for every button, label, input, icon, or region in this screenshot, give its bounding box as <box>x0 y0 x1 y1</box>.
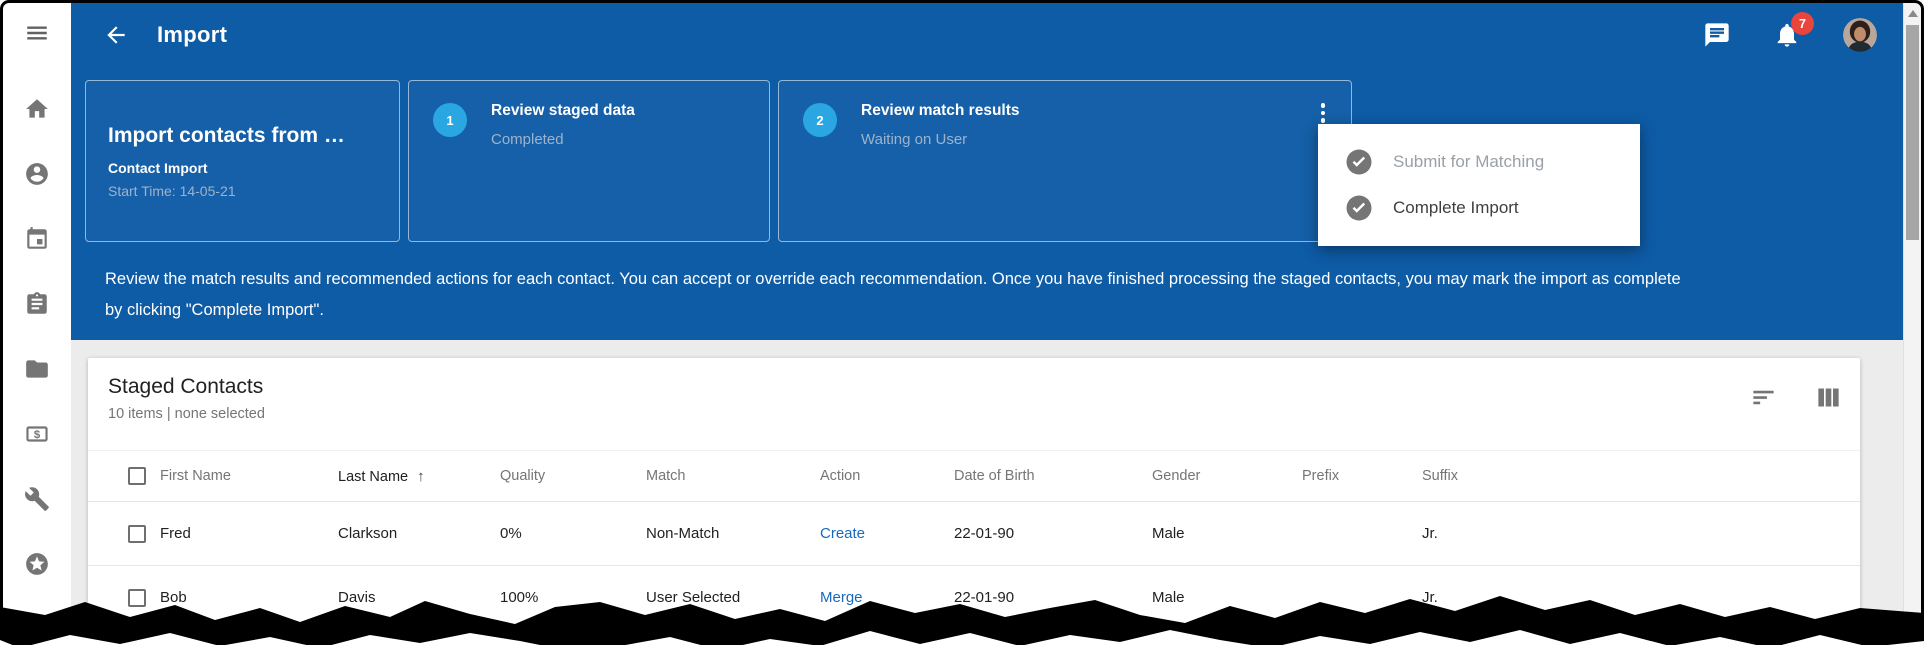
person-icon[interactable] <box>24 161 50 187</box>
selection-summary: 10 items | none selected <box>108 406 1860 422</box>
action-link[interactable]: Create <box>820 525 865 542</box>
table-header: First NameLast Name↑QualityMatchActionDa… <box>88 450 1860 502</box>
import-steps: Import contacts from … Contact Import St… <box>85 80 1921 242</box>
row-checkbox[interactable] <box>128 589 146 607</box>
column-header-first-name[interactable]: First Name <box>160 468 338 484</box>
app-window: $ Import 7 <box>0 0 1924 645</box>
folder-icon[interactable] <box>24 356 50 382</box>
sort-ascending-icon: ↑ <box>417 468 425 485</box>
cell-quality: 100% <box>500 589 646 606</box>
check-circle-icon <box>1344 147 1374 177</box>
sidebar: $ <box>3 3 71 645</box>
avatar[interactable] <box>1843 18 1877 52</box>
description-line: Review the match results and recommended… <box>105 264 1921 295</box>
step-card-review-match-results[interactable]: 2 Review match results Waiting on User <box>778 80 1352 242</box>
cell-gender: Male <box>1152 589 1302 606</box>
chat-icon[interactable] <box>1703 21 1731 49</box>
cell-dob: 22-01-90 <box>954 525 1152 542</box>
cell-action: Create <box>820 525 954 542</box>
vertical-scrollbar[interactable] <box>1903 3 1921 645</box>
staged-contacts-panel: Staged Contacts 10 items | none selected… <box>88 358 1860 645</box>
column-header-prefix[interactable]: Prefix <box>1302 468 1422 484</box>
column-header-date-of-birth[interactable]: Date of Birth <box>954 468 1152 484</box>
cell-dob: 22-01-90 <box>954 589 1152 606</box>
table-row: BobDavis100%User SelectedMerge 22-01-90Ma… <box>88 566 1860 630</box>
tools-icon[interactable] <box>24 486 50 512</box>
cell-suffix: Jr. <box>1422 525 1860 542</box>
cell-action: Merge <box>820 589 954 606</box>
sidebar-nav: $ <box>24 96 50 577</box>
sort-icon[interactable] <box>1750 384 1777 411</box>
table-row: FredClarkson0%Non-MatchCreate 22-01-90Mal… <box>88 502 1860 566</box>
menu-item-submit-for-matching: Submit for Matching <box>1318 139 1640 185</box>
action-link[interactable]: Merge <box>820 589 863 606</box>
cell-quality: 0% <box>500 525 646 542</box>
notification-badge: 7 <box>1791 12 1814 35</box>
cell-match: User Selected <box>646 589 820 606</box>
column-header-quality[interactable]: Quality <box>500 468 646 484</box>
main-area: Import 7 <box>71 3 1921 645</box>
description: Review the match results and recommended… <box>105 264 1921 326</box>
cell-gender: Male <box>1152 525 1302 542</box>
calendar-icon[interactable] <box>24 226 50 252</box>
menu-item-label: Complete Import <box>1393 198 1519 218</box>
step-status: Completed <box>491 131 635 148</box>
favorites-icon[interactable] <box>24 551 50 577</box>
step-status: Waiting on User <box>861 131 1020 148</box>
row-checkbox[interactable] <box>128 525 146 543</box>
check-circle-icon <box>1344 193 1374 223</box>
back-button[interactable] <box>103 22 129 48</box>
cell-last_name: Clarkson <box>338 525 500 542</box>
scroll-up-icon[interactable] <box>1908 10 1918 17</box>
billing-icon[interactable]: $ <box>24 421 50 447</box>
topbar-actions: 7 <box>1703 18 1877 52</box>
columns-icon[interactable] <box>1815 384 1842 411</box>
column-header-gender[interactable]: Gender <box>1152 468 1302 484</box>
panel-actions <box>1750 384 1842 411</box>
table-body: FredClarkson0%Non-MatchCreate22-01-90Mal… <box>88 502 1860 630</box>
step-number-badge: 2 <box>803 103 837 137</box>
panel-header: Staged Contacts 10 items | none selected <box>88 358 1860 434</box>
step-card-review-staged-data[interactable]: 1 Review staged data Completed <box>408 80 770 242</box>
menu-icon[interactable] <box>24 20 50 46</box>
import-title: Import contacts from … <box>108 124 377 148</box>
column-header-last-name[interactable]: Last Name↑ <box>338 468 500 485</box>
page-title: Import <box>157 22 227 48</box>
cell-last_name: Davis <box>338 589 500 606</box>
notifications-icon[interactable]: 7 <box>1773 21 1801 49</box>
description-line: by clicking "Complete Import". <box>105 295 1921 326</box>
header-section: Import 7 <box>71 3 1921 340</box>
import-start-time: Start Time: 14-05-21 <box>108 183 377 199</box>
panel-title: Staged Contacts <box>108 375 1860 399</box>
cell-first_name: Bob <box>160 589 338 606</box>
menu-item-label: Submit for Matching <box>1393 152 1544 172</box>
column-header-suffix[interactable]: Suffix <box>1422 468 1860 484</box>
home-icon[interactable] <box>24 96 50 122</box>
more-options-icon[interactable] <box>1321 103 1326 123</box>
step-number-badge: 1 <box>433 103 467 137</box>
menu-item-complete-import[interactable]: Complete Import <box>1318 185 1640 231</box>
context-menu: Submit for Matching Complete Import <box>1318 124 1640 246</box>
cell-match: Non-Match <box>646 525 820 542</box>
step-title: Review staged data <box>491 102 635 120</box>
import-type: Contact Import <box>108 160 377 176</box>
select-all-checkbox[interactable] <box>128 467 146 485</box>
topbar: Import 7 <box>71 3 1921 67</box>
column-header-action[interactable]: Action <box>820 468 954 484</box>
scrollbar-thumb[interactable] <box>1906 25 1919 240</box>
content-section: Staged Contacts 10 items | none selected… <box>71 340 1921 645</box>
import-summary-card[interactable]: Import contacts from … Contact Import St… <box>85 80 400 242</box>
cell-first_name: Fred <box>160 525 338 542</box>
cell-suffix: Jr. <box>1422 589 1860 606</box>
column-header-match[interactable]: Match <box>646 468 820 484</box>
svg-text:$: $ <box>34 429 41 441</box>
tasks-icon[interactable] <box>24 291 50 317</box>
step-title: Review match results <box>861 102 1020 120</box>
